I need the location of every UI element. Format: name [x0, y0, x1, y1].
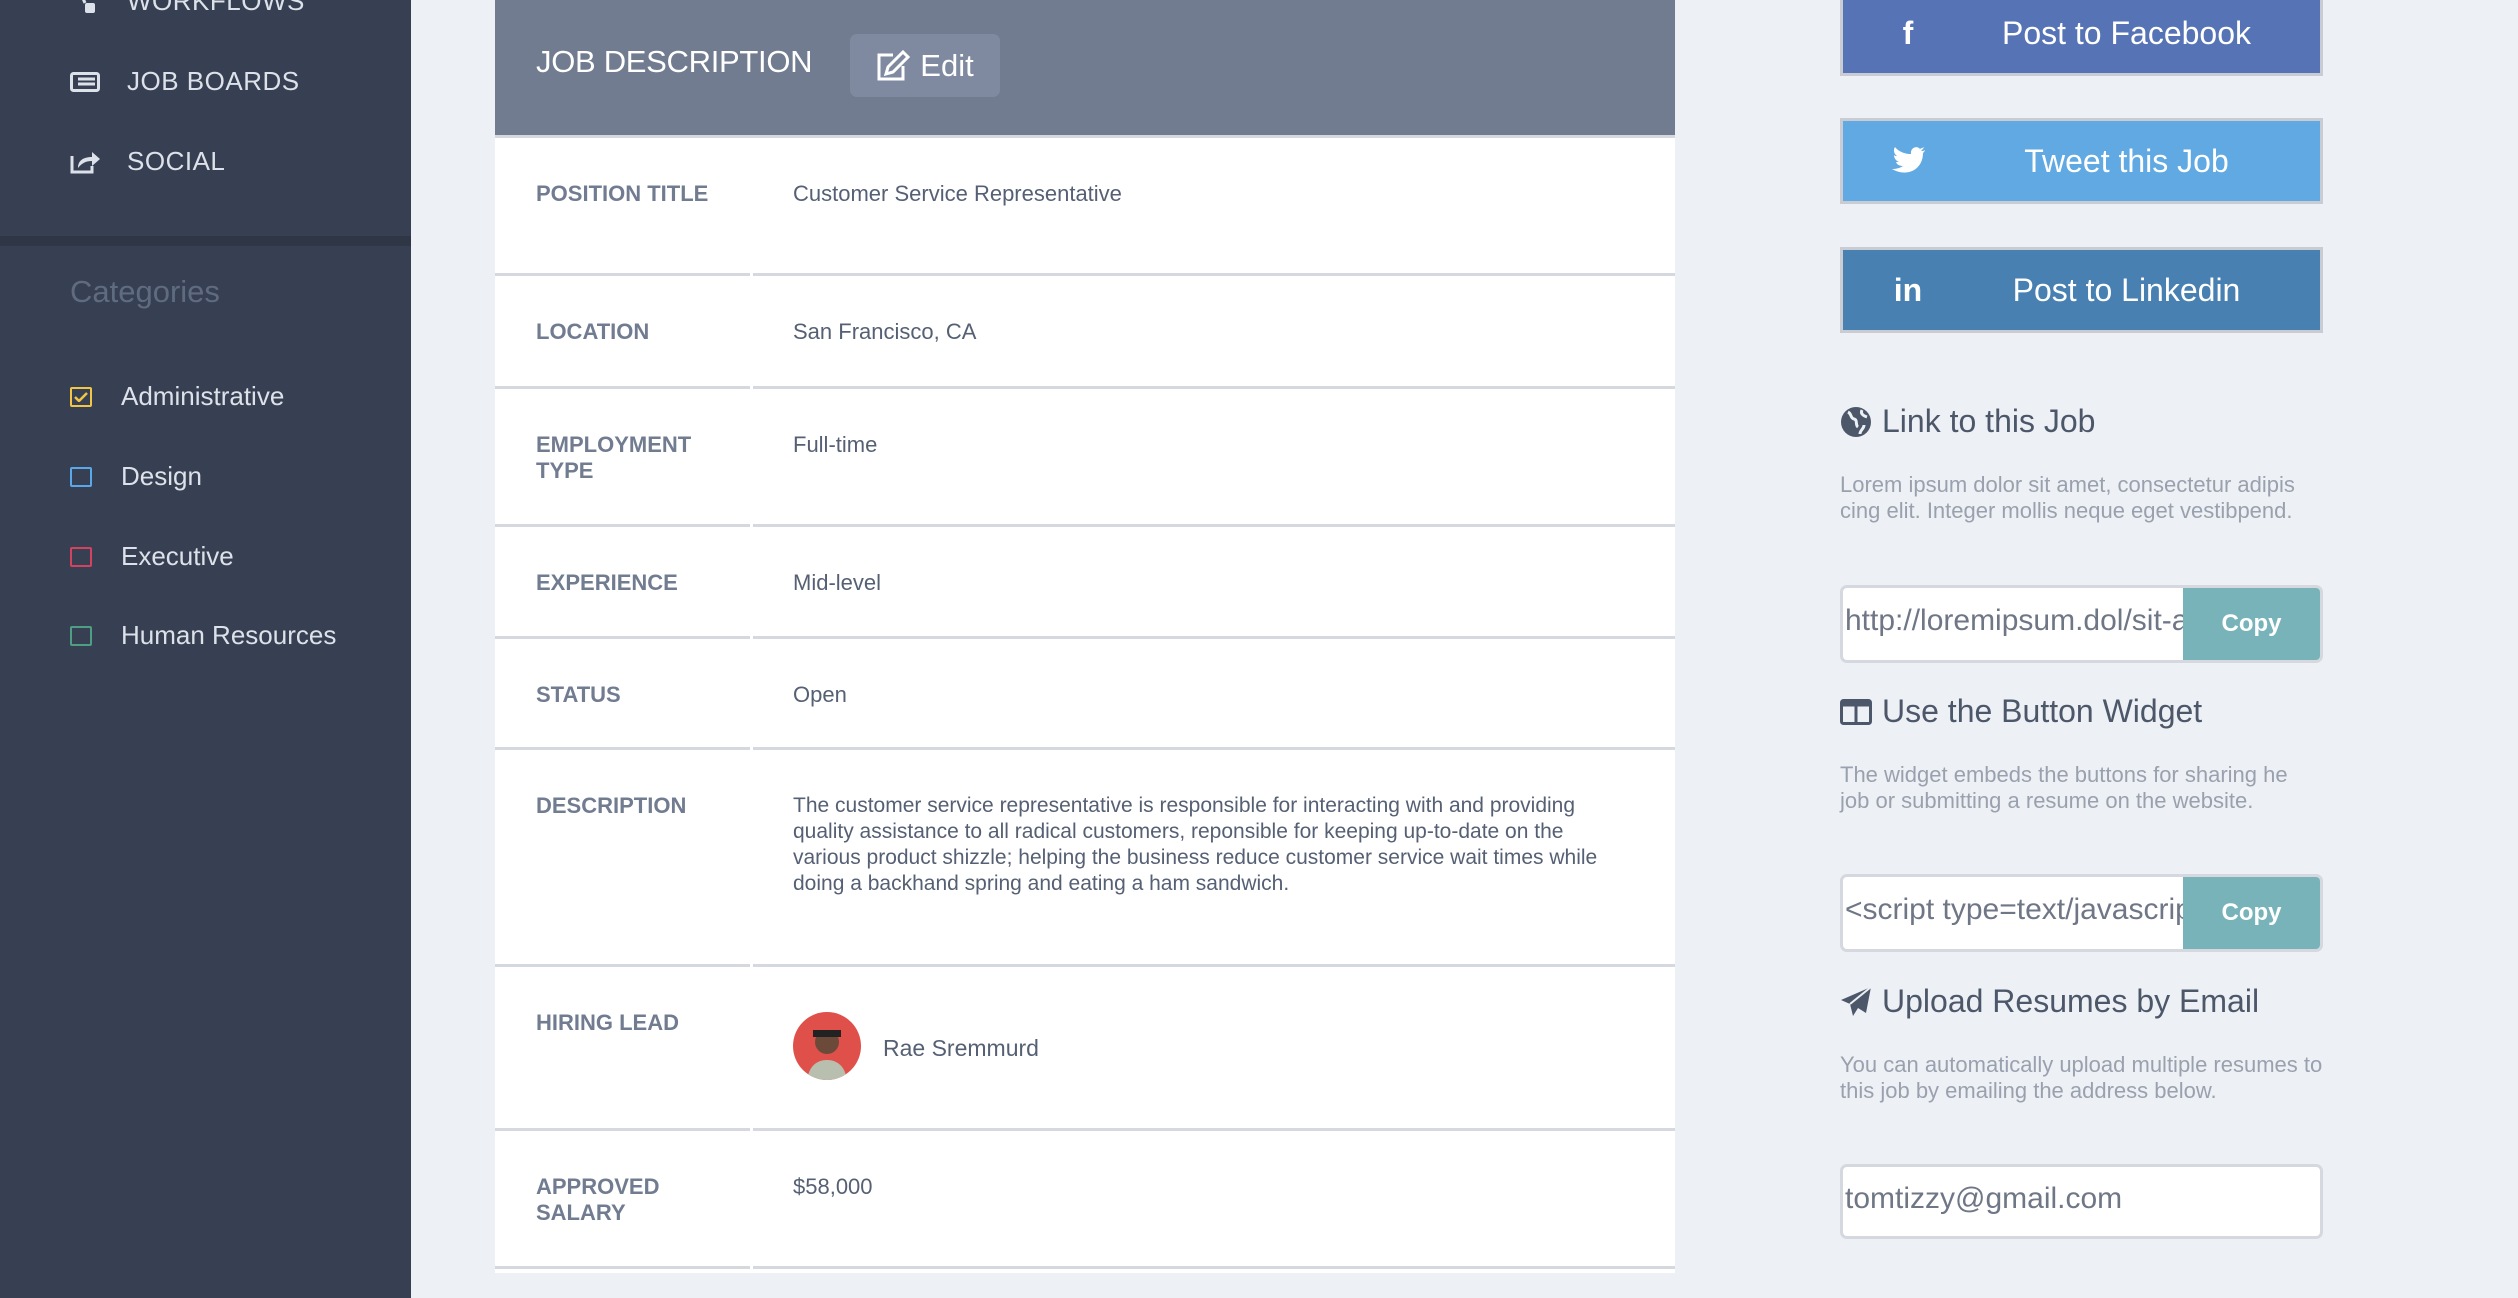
row-label: STATUS — [536, 682, 621, 707]
tweet-job-button[interactable]: Tweet this Job — [1840, 118, 2323, 204]
category-administrative[interactable]: Administrative — [70, 381, 284, 412]
widget-section-title: Use the Button Widget — [1840, 693, 2202, 730]
twitter-icon — [1843, 146, 1973, 176]
nav-social[interactable]: SOCIAL — [70, 146, 225, 177]
row-label: POSITION TITLE — [536, 181, 709, 206]
category-label: Executive — [121, 541, 234, 571]
job-link-input[interactable]: http://loremipsum.dol/sit-amet — [1843, 588, 2183, 660]
edit-button[interactable]: Edit — [850, 34, 1000, 97]
row-description: DESCRIPTION The customer service represen… — [495, 750, 1675, 967]
category-label: Design — [121, 461, 202, 491]
row-position-title: POSITION TITLE Customer Service Represent… — [495, 138, 1675, 276]
category-human-resources[interactable]: Human Resources — [70, 620, 336, 651]
widget-code-field: <script type=text/javascript> Copy — [1840, 874, 2323, 952]
row-approved-salary: APPROVED SALARY $58,000 — [495, 1131, 1675, 1269]
copy-widget-button[interactable]: Copy — [2183, 877, 2320, 949]
nav-job-boards[interactable]: JOB BOARDS — [70, 66, 300, 97]
upload-section-title: Upload Resumes by Email — [1840, 983, 2259, 1020]
job-link-field: http://loremipsum.dol/sit-ametCopy — [1840, 585, 2323, 663]
row-value: Customer Service Representative — [793, 181, 1122, 206]
edit-label: Edit — [920, 47, 974, 83]
row-value: The customer service representative is r… — [793, 794, 1598, 895]
categories-title: Categories — [70, 274, 220, 309]
checkbox-icon[interactable] — [70, 466, 92, 487]
button-label: Tweet this Job — [2024, 142, 2229, 179]
button-label: Post to Facebook — [2001, 14, 2252, 51]
row-value: $58,000 — [793, 1174, 873, 1199]
nav-workflows[interactable]: WORKFLOWS — [70, 0, 305, 17]
linkedin-icon: in — [1893, 271, 1923, 308]
widget-section-text: The widget embeds the buttons for sharin… — [1840, 762, 2288, 813]
checkbox-icon[interactable] — [70, 625, 92, 646]
section-title: Link to this Job — [1882, 403, 2096, 439]
sidebar: WORKFLOWS JOB BOARDS SOCIAL Categories A… — [0, 0, 411, 1298]
row-label: DESCRIPTION — [536, 793, 687, 818]
row-experience: EXPERIENCE Mid-level — [495, 527, 1675, 639]
row-label: LOCATION — [536, 319, 650, 344]
post-to-facebook-button[interactable]: f Post to Facebook — [1840, 0, 2323, 76]
card-header: JOB DESCRIPTION Edit — [495, 0, 1675, 138]
nav-label: SOCIAL — [127, 146, 226, 176]
row-value: Open — [793, 682, 847, 707]
button-label: Post to Linkedin — [2012, 271, 2241, 308]
row-value: Mid-level — [793, 570, 882, 595]
checkbox-checked-icon[interactable] — [70, 386, 92, 407]
category-executive[interactable]: Executive — [70, 541, 234, 572]
link-section-title: Link to this Job — [1840, 403, 2095, 440]
upload-section-text: You can automatically upload multiple re… — [1840, 1052, 2323, 1103]
share-icon — [70, 149, 100, 175]
row-value: San Francisco, CA — [793, 319, 977, 344]
facebook-icon: f — [1902, 14, 1914, 51]
row-location: LOCATION San Francisco, CA — [495, 276, 1675, 389]
hiring-lead-name[interactable]: Rae Sremmurd — [883, 1035, 1039, 1062]
upload-email-input[interactable]: tomtizzy@gmail.com — [1840, 1164, 2323, 1239]
row-label: HIRING LEAD — [536, 1010, 679, 1035]
row-value: Full-time — [793, 432, 878, 457]
section-title: Use the Button Widget — [1882, 693, 2203, 729]
newspaper-icon — [70, 69, 100, 95]
columns-icon — [1840, 698, 1872, 725]
section-title: Upload Resumes by Email — [1882, 983, 2260, 1019]
row-status: STATUS Open — [495, 639, 1675, 750]
row-label: APPROVED SALARY — [536, 1174, 660, 1225]
category-label: Administrative — [121, 381, 285, 411]
sidebar-divider — [0, 236, 411, 246]
nav-label: JOB BOARDS — [127, 66, 300, 96]
avatar[interactable] — [793, 1012, 861, 1080]
widget-code-input[interactable]: <script type=text/javascript> — [1843, 877, 2183, 949]
row-hiring-lead: HIRING LEAD Rae Sremmurd — [495, 967, 1675, 1131]
globe-icon — [1841, 406, 1871, 437]
category-design[interactable]: Design — [70, 461, 202, 492]
row-employment-type: EMPLOYMENT TYPE Full-time — [495, 389, 1675, 527]
sitemap-icon — [70, 0, 100, 15]
nav-label: WORKFLOWS — [127, 0, 305, 16]
paper-plane-icon — [1841, 985, 1872, 1016]
checkbox-icon[interactable] — [70, 546, 92, 567]
post-to-linkedin-button[interactable]: in Post to Linkedin — [1840, 247, 2323, 333]
job-description-card: JOB DESCRIPTION Edit POSITION TITLE Custo… — [495, 0, 1675, 1273]
row-label: EXPERIENCE — [536, 570, 678, 595]
copy-link-button[interactable]: Copy — [2183, 588, 2320, 660]
category-label: Human Resources — [121, 620, 337, 650]
edit-icon — [877, 49, 911, 80]
link-section-text: Lorem ipsum dolor sit amet, consectetur … — [1840, 472, 2295, 523]
card-title: JOB DESCRIPTION — [536, 44, 813, 79]
row-label: EMPLOYMENT TYPE — [536, 432, 692, 483]
